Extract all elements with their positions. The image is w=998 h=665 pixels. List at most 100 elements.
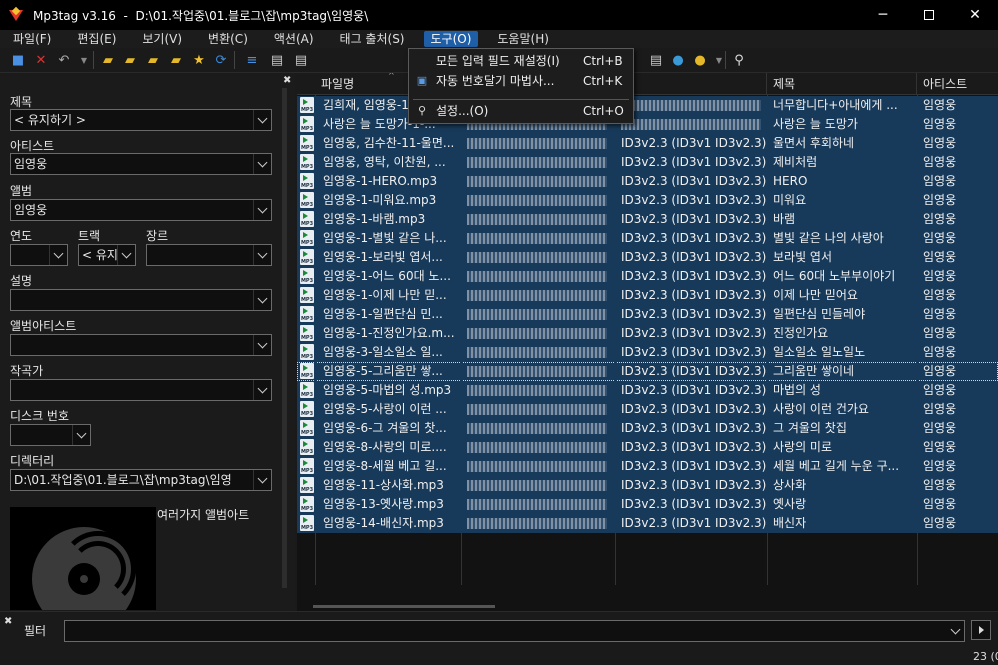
composer-field[interactable] [10, 379, 272, 401]
track-field[interactable]: < 유지 [78, 244, 136, 266]
cell-tag: ID3v2.3 (ID3v1 ID3v2.3) [621, 459, 767, 473]
menu-item-numbering-wizard[interactable]: ▣ 자동 번호달기 마법사... Ctrl+K [409, 71, 633, 91]
artist-field[interactable]: 임영웅 [10, 153, 272, 175]
redacted-path [467, 499, 607, 510]
tag-panel-icon[interactable]: ≡ [243, 51, 261, 69]
tag-panel-scrollbar[interactable] [282, 88, 287, 588]
table-row[interactable]: MP3 임영웅-5-사랑이 이런 ... ID3v2.3 (ID3v1 ID3v2.… [297, 400, 998, 419]
table-row[interactable]: MP3 임영웅-1-어느 60대 노... ID3v2.3 (ID3v1 ID3v2… [297, 267, 998, 286]
chevron-down-icon[interactable] [253, 245, 271, 265]
table-row[interactable]: MP3 임영웅-3-일소일소 일... ID3v2.3 (ID3v1 ID3v2.3… [297, 343, 998, 362]
table-row[interactable]: MP3 임영웅, 영탁, 이찬원, ... ID3v2.3 (ID3v1 ID3v2… [297, 153, 998, 172]
close-button[interactable]: ✕ [952, 0, 998, 30]
menu-0[interactable]: 파일(F) [6, 31, 58, 47]
table-row[interactable]: MP3 임영웅-1-이제 나만 믿... ID3v2.3 (ID3v1 ID3v2.… [297, 286, 998, 305]
table-row[interactable]: MP3 임영웅-1-HERO.mp3 ID3v2.3 (ID3v1 ID3v2.3)… [297, 172, 998, 191]
table-row[interactable]: MP3 임영웅, 김수찬-11-울면... ID3v2.3 (ID3v1 ID3v2… [297, 134, 998, 153]
album-field[interactable]: 임영웅 [10, 199, 272, 221]
album-cover[interactable] [10, 507, 156, 610]
filter-close-icon[interactable]: ✖ [4, 616, 12, 627]
table-row[interactable]: MP3 임영웅-1-일편단심 민... ID3v2.3 (ID3v1 ID3v2.3… [297, 305, 998, 324]
column-header-tag[interactable]: 그 [615, 73, 767, 95]
cell-title: 진정인가요 [773, 326, 829, 340]
cell-tag: ID3v2.3 (ID3v1 ID3v2.3) [621, 250, 767, 264]
refresh-icon[interactable]: ⟳ [212, 51, 230, 69]
filter-input[interactable] [64, 620, 965, 642]
menu-6[interactable]: 도구(O) [423, 31, 479, 47]
chevron-down-icon[interactable] [49, 245, 67, 265]
cell-tag: ID3v2.3 (ID3v1 ID3v2.3) [621, 516, 767, 530]
table-row[interactable]: MP3 임영웅-8-사랑의 미로.... ID3v2.3 (ID3v1 ID3v2.… [297, 438, 998, 457]
table-row[interactable]: MP3 임영웅-1-별빛 같은 나... ID3v2.3 (ID3v1 ID3v2.… [297, 229, 998, 248]
redacted-tag [621, 119, 761, 130]
chevron-down-icon[interactable] [117, 245, 135, 265]
settings-wrench-icon[interactable]: ⚲ [730, 51, 748, 69]
filter-apply-button[interactable] [971, 620, 991, 640]
undo-dropdown-icon[interactable]: ▼ [75, 51, 93, 69]
cell-title: 일편단심 민들레야 [773, 307, 866, 321]
change-directory-icon[interactable]: ▰ [99, 51, 117, 69]
table-row[interactable]: MP3 임영웅-11-상사화.mp3 ID3v2.3 (ID3v1 ID3v2.3)… [297, 476, 998, 495]
menu-4[interactable]: 액션(A) [267, 31, 321, 47]
album-label: 앨범 [10, 184, 33, 198]
remove-tag-icon[interactable]: ✕ [32, 51, 50, 69]
maximize-button[interactable] [906, 0, 952, 30]
select-all-icon[interactable]: ▤ [268, 51, 286, 69]
web-source-icon[interactable]: ● [669, 51, 687, 69]
add-directory-icon[interactable]: ▰ [121, 51, 139, 69]
panel-close-icon[interactable]: ✖ [283, 75, 291, 86]
menu-item-settings[interactable]: ⚲ 설정...(O) Ctrl+O [409, 101, 633, 121]
export-icon[interactable]: ▤ [647, 51, 665, 69]
menu-2[interactable]: 보기(V) [135, 31, 189, 47]
table-row[interactable]: MP3 임영웅-6-그 겨울의 찻... ID3v2.3 (ID3v1 ID3v2.… [297, 419, 998, 438]
menu-7[interactable]: 도움말(H) [490, 31, 556, 47]
table-row[interactable]: MP3 임영웅-1-바램.mp3 ID3v2.3 (ID3v1 ID3v2.3) 바램… [297, 210, 998, 229]
column-header-artist[interactable]: 아티스트 [917, 73, 998, 95]
disc-field[interactable] [10, 424, 91, 446]
chevron-down-icon[interactable] [253, 110, 271, 130]
copy-tag-icon[interactable]: ▤ [292, 51, 310, 69]
cell-artist: 임영웅 [923, 98, 957, 112]
table-row[interactable]: MP3 김희재, 임영웅-1-... 너무합니다+아내에게 ... 임영웅 [297, 96, 998, 115]
title-field[interactable]: < 유지하기 > [10, 109, 272, 131]
table-row[interactable]: MP3 임영웅-13-옛사랑.mp3 ID3v2.3 (ID3v1 ID3v2.3)… [297, 495, 998, 514]
genre-field[interactable] [146, 244, 272, 266]
table-row[interactable]: MP3 임영웅-5-그리움만 쌓... ID3v2.3 (ID3v1 ID3v2.3… [297, 362, 998, 381]
minimize-button[interactable]: ─ [860, 0, 906, 30]
comment-field[interactable] [10, 289, 272, 311]
window-path: D:\01.작업중\01.블로그\잡\mp3tag\임영웅\ [135, 8, 369, 23]
table-row[interactable]: MP3 임영웅-1-진정인가요.m... ID3v2.3 (ID3v1 ID3v2.… [297, 324, 998, 343]
table-row[interactable]: MP3 임영웅-14-배신자.mp3 ID3v2.3 (ID3v1 ID3v2.3)… [297, 514, 998, 533]
cell-path [461, 134, 615, 153]
open-folder-icon[interactable]: ▰ [144, 51, 162, 69]
menu-5[interactable]: 태그 출처(S) [333, 31, 412, 47]
playlist-icon[interactable]: ● [691, 51, 709, 69]
favorite-folder-icon[interactable]: ▰ [167, 51, 185, 69]
redacted-path [467, 518, 607, 529]
table-row[interactable]: MP3 임영웅-1-미워요.mp3 ID3v2.3 (ID3v1 ID3v2.3) 미… [297, 191, 998, 210]
table-row[interactable]: MP3 임영웅-1-보라빛 엽서... ID3v2.3 (ID3v1 ID3v2.3… [297, 248, 998, 267]
directory-field[interactable]: D:\01.작업중\01.블로그\잡\mp3tag\임영 [10, 469, 272, 491]
chevron-down-icon[interactable] [253, 154, 271, 174]
albumartist-field[interactable] [10, 334, 272, 356]
menu-item-reset-fields[interactable]: 모든 입력 필드 재설정(I) Ctrl+B [409, 51, 633, 71]
column-header-title[interactable]: 제목 [767, 73, 917, 95]
undo-icon[interactable]: ↶ [55, 51, 73, 69]
chevron-down-icon[interactable] [72, 425, 90, 445]
save-icon[interactable]: ■ [9, 51, 27, 69]
year-field[interactable] [10, 244, 68, 266]
menu-1[interactable]: 편집(E) [70, 31, 123, 47]
star-icon[interactable]: ★ [190, 51, 208, 69]
table-row[interactable]: MP3 임영웅-8-세월 베고 길... ID3v2.3 (ID3v1 ID3v2.… [297, 457, 998, 476]
table-row[interactable]: MP3 사랑은 늘 도망가-1-... 사랑은 늘 도망가 임영웅 [297, 115, 998, 134]
chevron-down-icon[interactable] [253, 290, 271, 310]
table-row[interactable]: MP3 임영웅-5-마법의 성.mp3 ID3v2.3 (ID3v1 ID3v2.3… [297, 381, 998, 400]
mp3-file-icon: MP3 [300, 249, 314, 265]
chevron-down-icon[interactable] [946, 621, 964, 641]
horizontal-scrollbar[interactable] [313, 605, 495, 608]
chevron-down-icon[interactable] [253, 380, 271, 400]
chevron-down-icon[interactable] [253, 335, 271, 355]
chevron-down-icon[interactable] [253, 200, 271, 220]
menu-3[interactable]: 변환(C) [201, 31, 255, 47]
chevron-down-icon[interactable] [253, 470, 271, 490]
